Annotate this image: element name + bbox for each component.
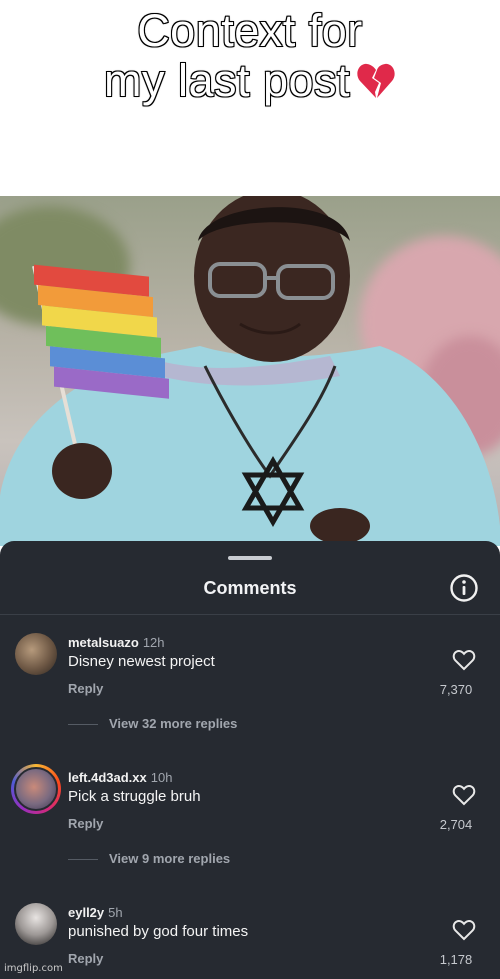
like-count: 2,704 [439, 817, 473, 832]
username-text[interactable]: left.4d3ad.xx [68, 770, 147, 785]
person-illustration [0, 196, 500, 546]
username-text[interactable]: metalsuazo [68, 635, 139, 650]
header-divider [0, 614, 500, 615]
heart-outline-icon[interactable] [452, 649, 476, 671]
avatar-inner [14, 767, 58, 811]
broken-heart-icon [357, 63, 395, 98]
comment-time: 10h [150, 770, 173, 785]
comment-time: 5h [108, 905, 123, 920]
pride-flag [34, 264, 169, 399]
avatar[interactable] [15, 633, 57, 675]
comment-text: Pick a struggle bruh [68, 788, 201, 805]
caption-line-2: my last post [0, 55, 500, 107]
comment-username[interactable]: eyll2y 5h [68, 905, 123, 920]
comment-item: left.4d3ad.xx 10h Pick a struggle bruh Re… [0, 764, 500, 888]
avatar[interactable] [11, 764, 61, 814]
post-photo [0, 196, 500, 546]
comment-item: eyll2y 5h punished by god four times Repl… [0, 903, 500, 979]
info-icon[interactable] [449, 573, 479, 603]
like-count: 1,178 [439, 952, 473, 967]
comment-time: 12h [142, 635, 165, 650]
avatar[interactable] [15, 903, 57, 945]
reply-button[interactable]: Reply [68, 816, 103, 831]
comment-username[interactable]: metalsuazo 12h [68, 635, 165, 650]
comments-title: Comments [203, 578, 297, 598]
username-text[interactable]: eyll2y [68, 905, 104, 920]
view-more-replies-label[interactable]: View 9 more replies [109, 851, 230, 866]
comment-text: punished by god four times [68, 923, 249, 940]
caption-line-1: Context for [136, 5, 363, 57]
replies-line [68, 724, 98, 725]
comment-username[interactable]: left.4d3ad.xx 10h [68, 770, 172, 785]
heart-outline-icon[interactable] [452, 784, 476, 806]
meme-caption: Context for my last post [0, 0, 500, 196]
reply-button[interactable]: Reply [68, 951, 103, 966]
imgflip-watermark: imgflip.com [4, 963, 63, 974]
reply-button[interactable]: Reply [68, 681, 103, 696]
drag-handle[interactable] [228, 556, 272, 560]
comments-sheet: Comments metalsuazo 12h Disney newest pro… [0, 541, 500, 979]
replies-line [68, 859, 98, 860]
view-more-replies-label[interactable]: View 32 more replies [109, 716, 237, 731]
caption-line-2-text: my last post [103, 55, 351, 107]
comment-item: metalsuazo 12h Disney newest project Repl… [0, 633, 500, 753]
comment-text: Disney newest project [68, 653, 215, 670]
like-count: 7,370 [439, 682, 473, 697]
heart-outline-icon[interactable] [452, 919, 476, 941]
